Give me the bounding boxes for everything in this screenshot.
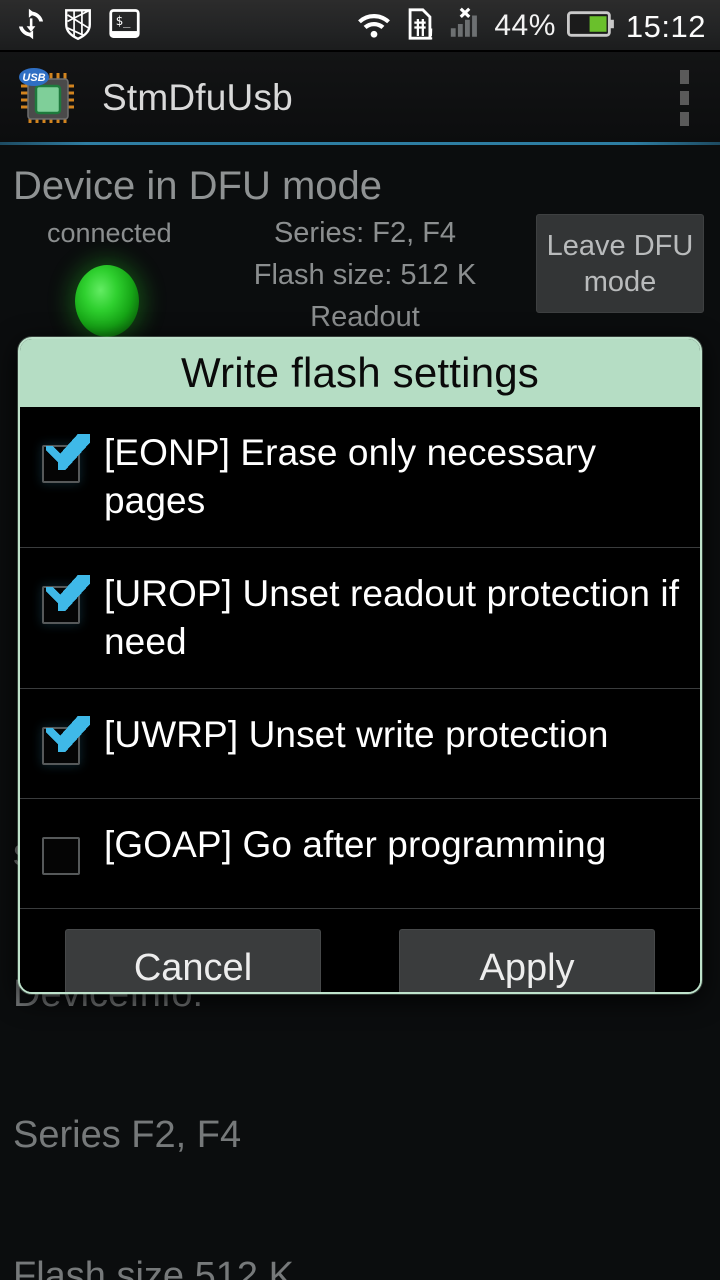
- option-row-uwrp[interactable]: [UWRP] Unset write protection: [20, 689, 700, 799]
- checkbox-goap[interactable]: [42, 837, 80, 875]
- option-row-goap[interactable]: [GOAP] Go after programming: [20, 799, 700, 909]
- write-flash-settings-dialog: Write flash settings [EONP] Erase only n…: [18, 337, 702, 994]
- option-label-eonp: [EONP] Erase only necessary pages: [104, 432, 597, 521]
- dialog-header: Write flash settings: [20, 339, 700, 407]
- option-row-urop[interactable]: [UROP] Unset readout protection if need: [20, 548, 700, 689]
- phone-screen: $_ ! 44% 15:12 USB StmDfuUsb Device in D…: [0, 0, 720, 1280]
- option-label-uwrp: [UWRP] Unset write protection: [104, 714, 609, 755]
- dialog-title: Write flash settings: [180, 349, 540, 396]
- cancel-button[interactable]: Cancel: [65, 929, 321, 992]
- option-label-urop: [UROP] Unset readout protection if need: [104, 573, 680, 662]
- checkbox-urop[interactable]: [42, 575, 90, 624]
- dialog-actions: Cancel Apply: [20, 909, 700, 992]
- dialog-body: [EONP] Erase only necessary pages [UROP]…: [20, 407, 700, 992]
- checkbox-uwrp[interactable]: [42, 716, 90, 765]
- option-row-eonp[interactable]: [EONP] Erase only necessary pages: [20, 407, 700, 548]
- checkbox-eonp[interactable]: [42, 434, 90, 483]
- option-label-goap: [GOAP] Go after programming: [104, 824, 607, 865]
- apply-button[interactable]: Apply: [399, 929, 655, 992]
